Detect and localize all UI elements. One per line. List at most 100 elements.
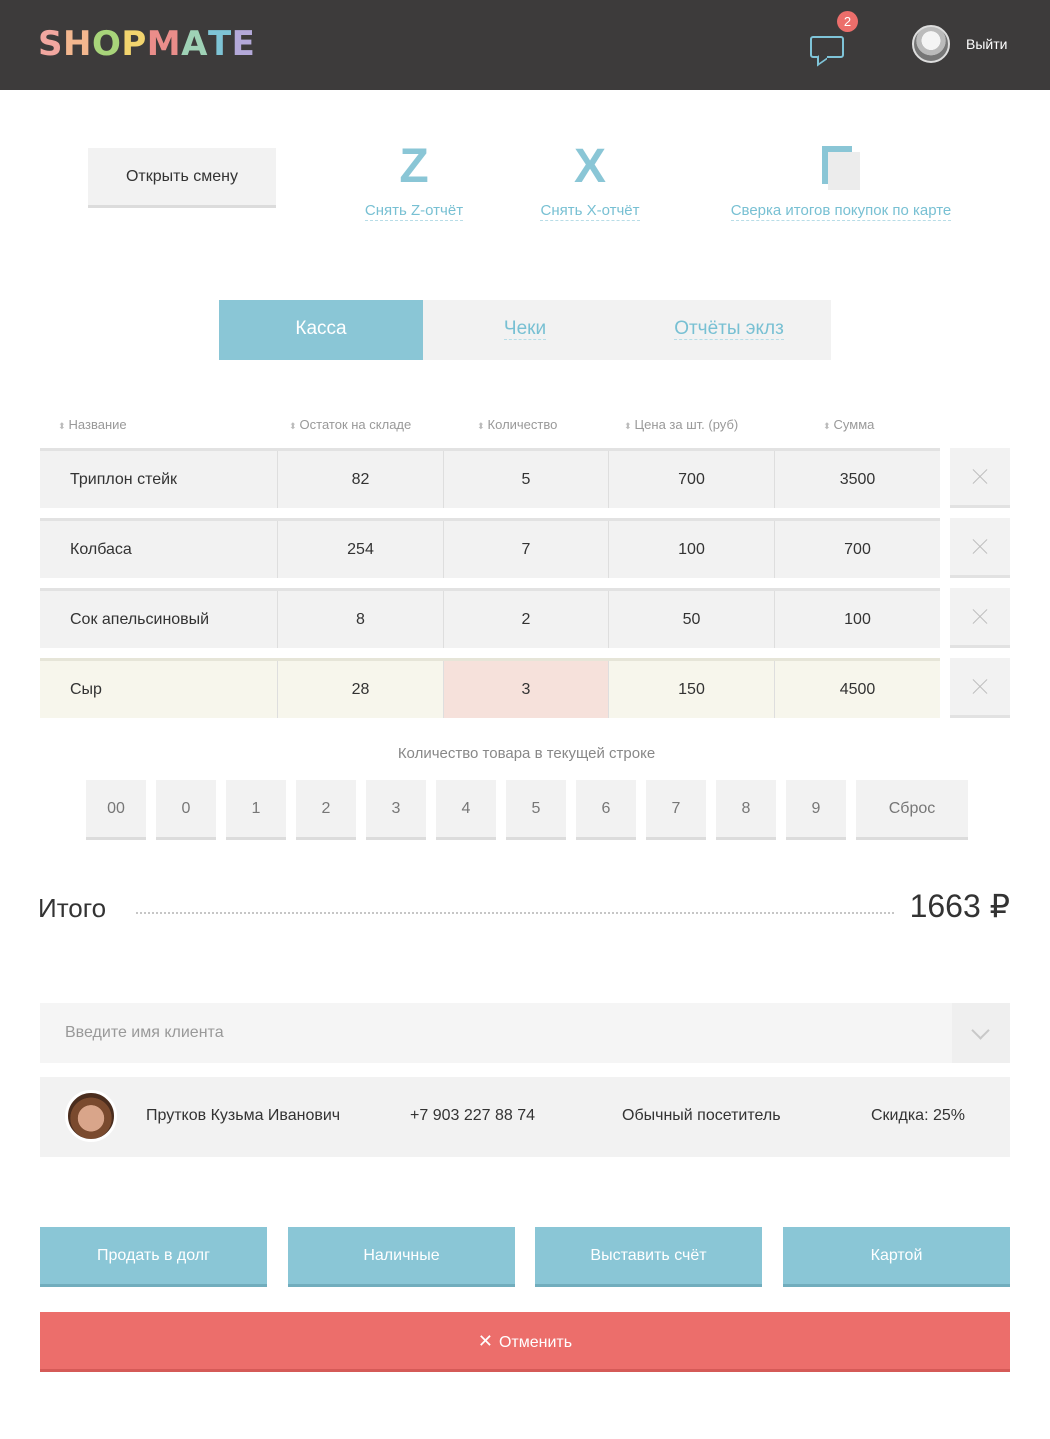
chevron-down-icon[interactable] — [952, 1003, 1010, 1063]
sort-icon: ⬍ — [624, 421, 632, 431]
client-discount: Скидка: 25% — [871, 1107, 965, 1124]
delete-row-icon[interactable] — [950, 448, 1010, 508]
column-header-label: Название — [68, 417, 127, 432]
table-row[interactable]: Сок апельсиновый 8 2 50 100 — [40, 588, 940, 648]
keypad-key-2[interactable]: 2 — [296, 780, 356, 840]
cell-price: 150 — [608, 661, 774, 718]
delete-row-icon[interactable] — [950, 588, 1010, 648]
cell-name: Триплон стейк — [70, 471, 178, 488]
z-report-label[interactable]: Снять Z-отчёт — [364, 202, 464, 221]
keypad-key-00[interactable]: 00 — [86, 780, 146, 840]
cell-sum: 100 — [774, 591, 940, 648]
column-header-name[interactable]: ⬍ Название — [58, 417, 127, 432]
keypad-key-5[interactable]: 5 — [506, 780, 566, 840]
tab-eklz-reports[interactable]: Отчёты эклз — [627, 300, 831, 360]
keypad-key-6[interactable]: 6 — [576, 780, 636, 840]
keypad-key-7[interactable]: 7 — [646, 780, 706, 840]
cell-price: 700 — [608, 451, 774, 508]
table-row-selected[interactable]: Сыр 28 3 150 4500 — [40, 658, 940, 718]
cell-sum: 700 — [774, 521, 940, 578]
keypad-key-9[interactable]: 9 — [786, 780, 846, 840]
delete-row-icon[interactable] — [950, 658, 1010, 718]
cell-sum: 4500 — [774, 661, 940, 718]
keypad-title: Количество товара в текущей строке — [397, 745, 656, 762]
cancel-label: Отменить — [498, 1334, 573, 1351]
client-card[interactable]: Прутков Кузьма Иванович +7 903 227 88 74… — [40, 1077, 1010, 1157]
column-header-sum[interactable]: ⬍ Сумма — [823, 417, 874, 432]
close-icon: ✕ — [477, 1331, 493, 1351]
logout-link[interactable]: Выйти — [966, 36, 1007, 52]
keypad-reset-button[interactable]: Сброс — [856, 780, 968, 840]
notification-badge: 2 — [837, 11, 858, 32]
column-header-label: Остаток на складе — [299, 417, 412, 432]
shopmate-logo[interactable]: SHOPMATE — [38, 24, 255, 64]
column-header-label: Количество — [487, 417, 558, 432]
logo-letter: O — [91, 24, 122, 64]
logo-letter: E — [231, 24, 256, 64]
cancel-button[interactable]: ✕ Отменить — [40, 1312, 1010, 1372]
logo-letter: M — [146, 24, 182, 64]
z-report-action[interactable]: Z Снять Z-отчёт — [354, 142, 474, 221]
cell-qty[interactable]: 7 — [443, 521, 608, 578]
keypad-key-3[interactable]: 3 — [366, 780, 426, 840]
tab-label: Чеки — [503, 318, 547, 340]
cell-qty[interactable]: 5 — [443, 451, 608, 508]
column-header-qty[interactable]: ⬍ Количество — [477, 417, 557, 432]
cell-name: Колбаса — [70, 541, 132, 558]
tab-receipts[interactable]: Чеки — [423, 300, 627, 360]
cell-stock: 28 — [277, 661, 443, 718]
logo-letter: S — [38, 24, 63, 64]
logo-letter: A — [181, 24, 208, 64]
cell-qty-active[interactable]: 3 — [443, 661, 608, 718]
dotted-leader — [136, 912, 894, 914]
client-phone: +7 903 227 88 74 — [410, 1107, 536, 1124]
cell-stock: 8 — [277, 591, 443, 648]
keypad-key-1[interactable]: 1 — [226, 780, 286, 840]
column-header-stock[interactable]: ⬍ Остаток на складе — [289, 417, 411, 432]
sort-icon: ⬍ — [823, 421, 831, 431]
card-payment-button[interactable]: Картой — [783, 1227, 1010, 1287]
client-search-field — [40, 1003, 1010, 1063]
cell-price: 50 — [608, 591, 774, 648]
cell-qty[interactable]: 2 — [443, 591, 608, 648]
chat-bubble-icon[interactable] — [810, 36, 844, 58]
column-header-label: Сумма — [833, 417, 875, 432]
tab-label: Касса — [295, 318, 347, 339]
tab-kassa[interactable]: Касса — [219, 300, 423, 360]
sell-on-credit-button[interactable]: Продать в долг — [40, 1227, 267, 1287]
sort-icon: ⬍ — [289, 421, 297, 431]
sort-icon: ⬍ — [58, 421, 66, 431]
cell-stock: 254 — [277, 521, 443, 578]
card-reconcile-action[interactable]: Сверка итогов покупок по карте — [716, 146, 966, 221]
cell-price: 100 — [608, 521, 774, 578]
logo-letter: T — [207, 24, 232, 64]
tab-label: Отчёты эклз — [674, 318, 784, 340]
x-report-action[interactable]: X Снять X-отчёт — [530, 142, 650, 221]
cell-name: Сок апельсиновый — [70, 611, 210, 628]
cash-button[interactable]: Наличные — [288, 1227, 515, 1287]
client-name-input[interactable] — [40, 1003, 950, 1063]
top-bar: SHOPMATE 2 Выйти — [0, 0, 1050, 90]
card-reconcile-label[interactable]: Сверка итогов покупок по карте — [730, 202, 952, 221]
cell-sum: 3500 — [774, 451, 940, 508]
z-report-icon: Z — [399, 140, 429, 193]
cell-name: Сыр — [70, 681, 102, 698]
total-value: 1663 ₽ — [909, 888, 1010, 924]
column-header-price[interactable]: ⬍ Цена за шт. (руб) — [624, 417, 738, 432]
table-row[interactable]: Триплон стейк 82 5 700 3500 — [40, 448, 940, 508]
logo-letter: H — [63, 24, 92, 64]
keypad-key-8[interactable]: 8 — [716, 780, 776, 840]
keypad-key-0[interactable]: 0 — [156, 780, 216, 840]
invoice-button[interactable]: Выставить счёт — [535, 1227, 762, 1287]
x-report-icon: X — [573, 140, 606, 193]
table-row[interactable]: Колбаса 254 7 100 700 — [40, 518, 940, 578]
user-avatar[interactable] — [912, 25, 950, 63]
client-status: Обычный посетитель — [622, 1107, 781, 1124]
client-avatar — [65, 1090, 117, 1142]
x-report-label[interactable]: Снять X-отчёт — [540, 202, 640, 221]
keypad-key-4[interactable]: 4 — [436, 780, 496, 840]
document-icon — [822, 146, 860, 190]
delete-row-icon[interactable] — [950, 518, 1010, 578]
cell-stock: 82 — [277, 451, 443, 508]
open-shift-button[interactable]: Открыть смену — [88, 148, 276, 208]
